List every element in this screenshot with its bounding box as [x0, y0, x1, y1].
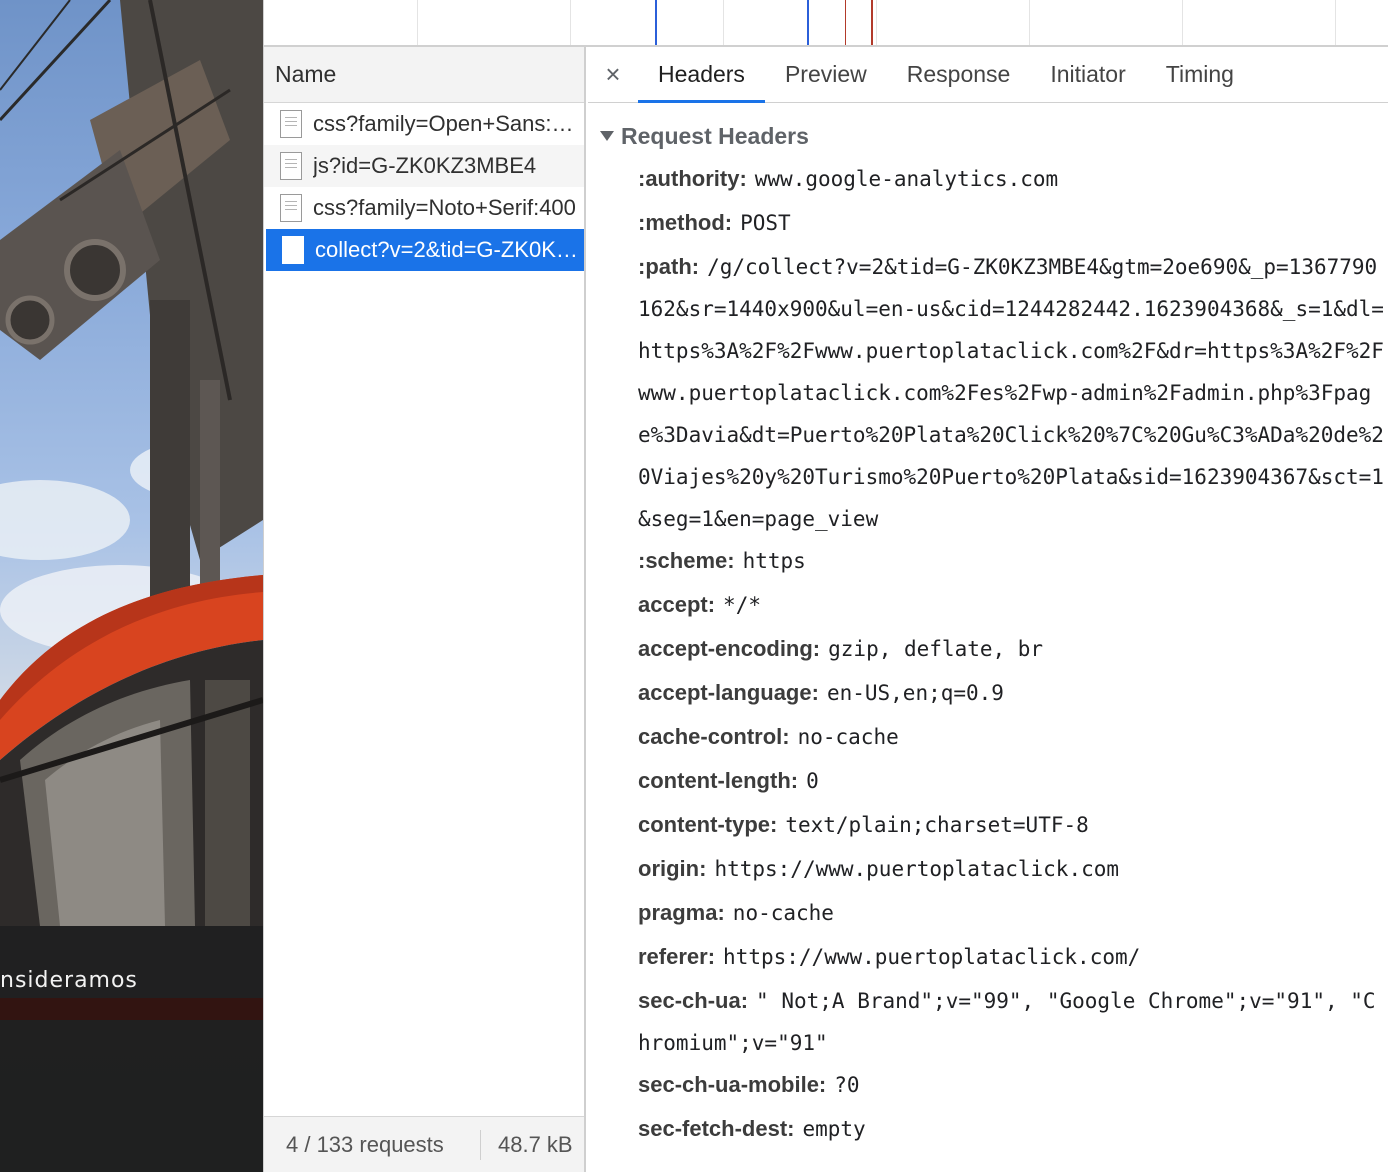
request-headers-section-toggle[interactable]: Request Headers: [588, 114, 1388, 158]
name-column-header[interactable]: Name: [264, 47, 584, 103]
request-details-panel: × Headers Preview Response Initiator Tim…: [588, 47, 1388, 1172]
tab-preview[interactable]: Preview: [765, 47, 887, 102]
details-tabbar: × Headers Preview Response Initiator Tim…: [588, 47, 1388, 103]
header-row: accept-encoding: gzip, deflate, br: [638, 636, 1044, 661]
header-row: sec-fetch-dest: empty: [638, 1116, 866, 1141]
tab-timing[interactable]: Timing: [1146, 47, 1254, 102]
page-background-photo: nsideramos: [0, 0, 263, 1172]
photo-caption-text: nsideramos: [0, 968, 138, 993]
header-row: cache-control: no-cache: [638, 724, 899, 749]
timeline-dom-marker: [807, 0, 809, 45]
document-icon: [280, 152, 302, 180]
timeline-load-marker-2: [871, 0, 873, 45]
header-row: :authority: www.google-analytics.com: [638, 166, 1059, 191]
triangle-down-icon: [600, 131, 614, 141]
close-icon[interactable]: ×: [588, 47, 638, 102]
header-row: pragma: no-cache: [638, 900, 834, 925]
timeline-load-marker: [845, 0, 846, 45]
request-count: 4 / 133 requests: [286, 1131, 444, 1157]
network-overview-timeline[interactable]: [264, 0, 1388, 47]
tab-initiator[interactable]: Initiator: [1030, 47, 1145, 102]
header-row: sec-ch-ua: " Not;A Brand";v="99", "Google…: [638, 988, 1376, 1055]
header-row: content-type: text/plain;charset=UTF-8: [638, 812, 1089, 837]
transferred-size: 48.7 kB: [498, 1131, 573, 1157]
document-icon: [280, 194, 302, 222]
header-row: accept-language: en-US,en;q=0.9: [638, 680, 1004, 705]
tab-response[interactable]: Response: [887, 47, 1031, 102]
devtools-network-panel: Name css?family=Open+Sans:400,700 js?id=…: [263, 0, 1388, 1172]
header-row: :path:/g/collect?v=2&tid=G-ZK0KZ3MBE4&gt…: [638, 254, 1384, 531]
request-row-collect[interactable]: collect?v=2&tid=G-ZK0KZ3MBE4: [266, 229, 584, 271]
header-row: sec-ch-ua-mobile: ?0: [638, 1072, 860, 1097]
header-row: :scheme: https: [638, 548, 806, 573]
request-list: css?family=Open+Sans:400,700 js?id=G-ZK0…: [264, 103, 584, 271]
header-row: accept: */*: [638, 592, 761, 617]
photo-caption-overlay: nsideramos: [0, 926, 263, 1172]
request-row-gtag-js[interactable]: js?id=G-ZK0KZ3MBE4: [264, 145, 584, 187]
request-headers-list: :authority: www.google-analytics.com :met…: [588, 158, 1384, 1152]
tab-headers[interactable]: Headers: [638, 47, 765, 103]
request-list-panel: Name css?family=Open+Sans:400,700 js?id=…: [264, 47, 586, 1172]
header-row: referer: https://www.puertoplataclick.com…: [638, 944, 1141, 969]
request-list-status-bar: 4 / 133 requests 48.7 kB: [264, 1116, 584, 1172]
status-separator: [480, 1129, 481, 1160]
document-icon: [280, 110, 302, 138]
header-row: origin: https://www.puertoplataclick.com: [638, 856, 1120, 881]
request-row-css-open-sans[interactable]: css?family=Open+Sans:400,700: [264, 103, 584, 145]
request-row-css-noto-serif[interactable]: css?family=Noto+Serif:400: [264, 187, 584, 229]
header-row: :method: POST: [638, 210, 791, 235]
timeline-domcontentloaded-marker: [655, 0, 657, 45]
document-icon: [282, 236, 304, 264]
header-row: content-length: 0: [638, 768, 819, 793]
